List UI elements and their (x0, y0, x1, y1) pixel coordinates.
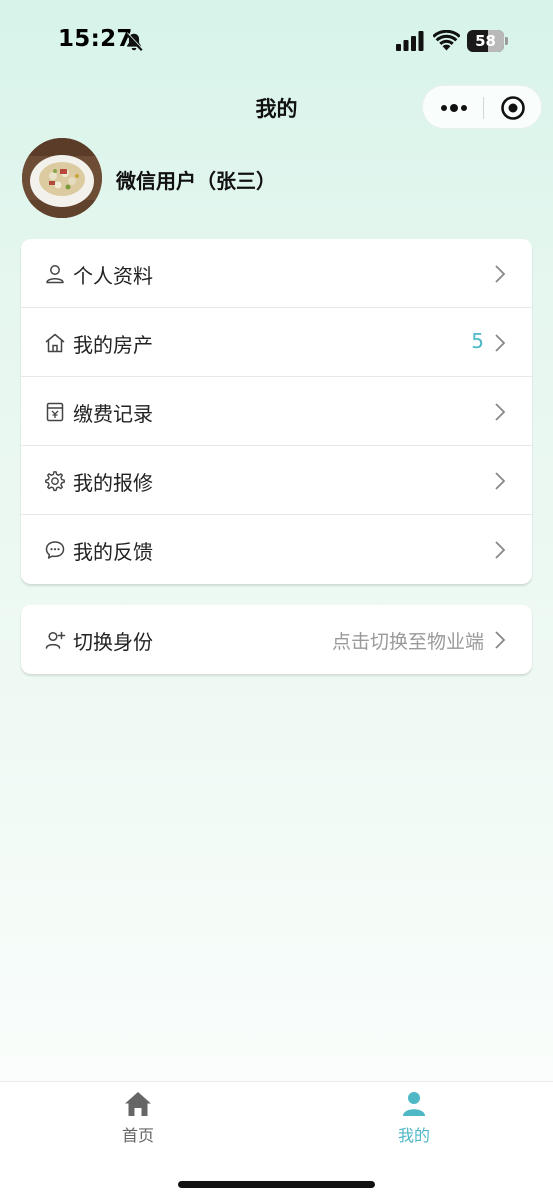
close-mini-program-icon[interactable] (500, 95, 526, 121)
capsule-divider (483, 97, 484, 119)
menu-item-payment-records[interactable]: 缴费记录 (21, 377, 532, 446)
user-switch-icon (45, 631, 66, 649)
menu-card: 个人资料 我的房产 5 缴费记录 我的报修 我的反馈 (21, 239, 532, 584)
menu-item-profile[interactable]: 个人资料 (21, 239, 532, 308)
cellular-signal-icon (396, 31, 424, 51)
tab-home-label: 首页 (121, 1126, 154, 1145)
username: 微信用户（张三） (116, 169, 276, 193)
food-bowl-image (22, 138, 102, 218)
avatar[interactable] (22, 138, 102, 218)
chevron-right-icon (495, 472, 506, 490)
more-options-icon[interactable] (439, 98, 469, 118)
menu-item-repairs[interactable]: 我的报修 (21, 446, 532, 515)
menu-item-label: 我的报修 (73, 471, 153, 495)
chat-bubble-icon (45, 541, 65, 559)
chevron-right-icon (495, 334, 506, 352)
chevron-right-icon (495, 541, 506, 559)
tab-home[interactable]: 首页 (78, 1090, 198, 1146)
person-icon (403, 1092, 425, 1116)
wifi-icon (433, 30, 460, 51)
menu-item-label: 缴费记录 (73, 402, 153, 426)
switch-identity-hint: 点击切换至物业端 (331, 631, 484, 653)
chevron-right-icon (495, 631, 506, 649)
home-indicator (178, 1181, 375, 1188)
user-icon (46, 265, 64, 284)
battery-level: 58 (475, 32, 496, 50)
chevron-right-icon (495, 403, 506, 421)
status-bar: 15:27 58 (0, 0, 553, 82)
status-time: 15:27 (58, 26, 133, 52)
bell-off-icon (125, 32, 144, 52)
house-icon (45, 333, 65, 353)
menu-item-feedback[interactable]: 我的反馈 (21, 515, 532, 584)
tab-me-label: 我的 (397, 1126, 430, 1145)
property-count-badge: 5 (471, 329, 484, 353)
menu-item-label: 我的房产 (73, 333, 153, 357)
switch-identity-label: 切换身份 (73, 630, 153, 654)
tab-me[interactable]: 我的 (354, 1090, 474, 1146)
menu-item-label: 个人资料 (73, 264, 153, 288)
switch-identity-card: 切换身份 点击切换至物业端 (21, 605, 532, 674)
gear-icon (45, 471, 65, 492)
home-icon (125, 1092, 151, 1116)
switch-identity-row[interactable]: 切换身份 点击切换至物业端 (21, 605, 532, 674)
chevron-right-icon (495, 265, 506, 283)
receipt-icon (46, 402, 64, 422)
menu-item-property[interactable]: 我的房产 5 (21, 308, 532, 377)
mini-program-capsule (422, 85, 542, 129)
battery-icon: 58 (467, 30, 509, 52)
menu-item-label: 我的反馈 (73, 540, 153, 564)
